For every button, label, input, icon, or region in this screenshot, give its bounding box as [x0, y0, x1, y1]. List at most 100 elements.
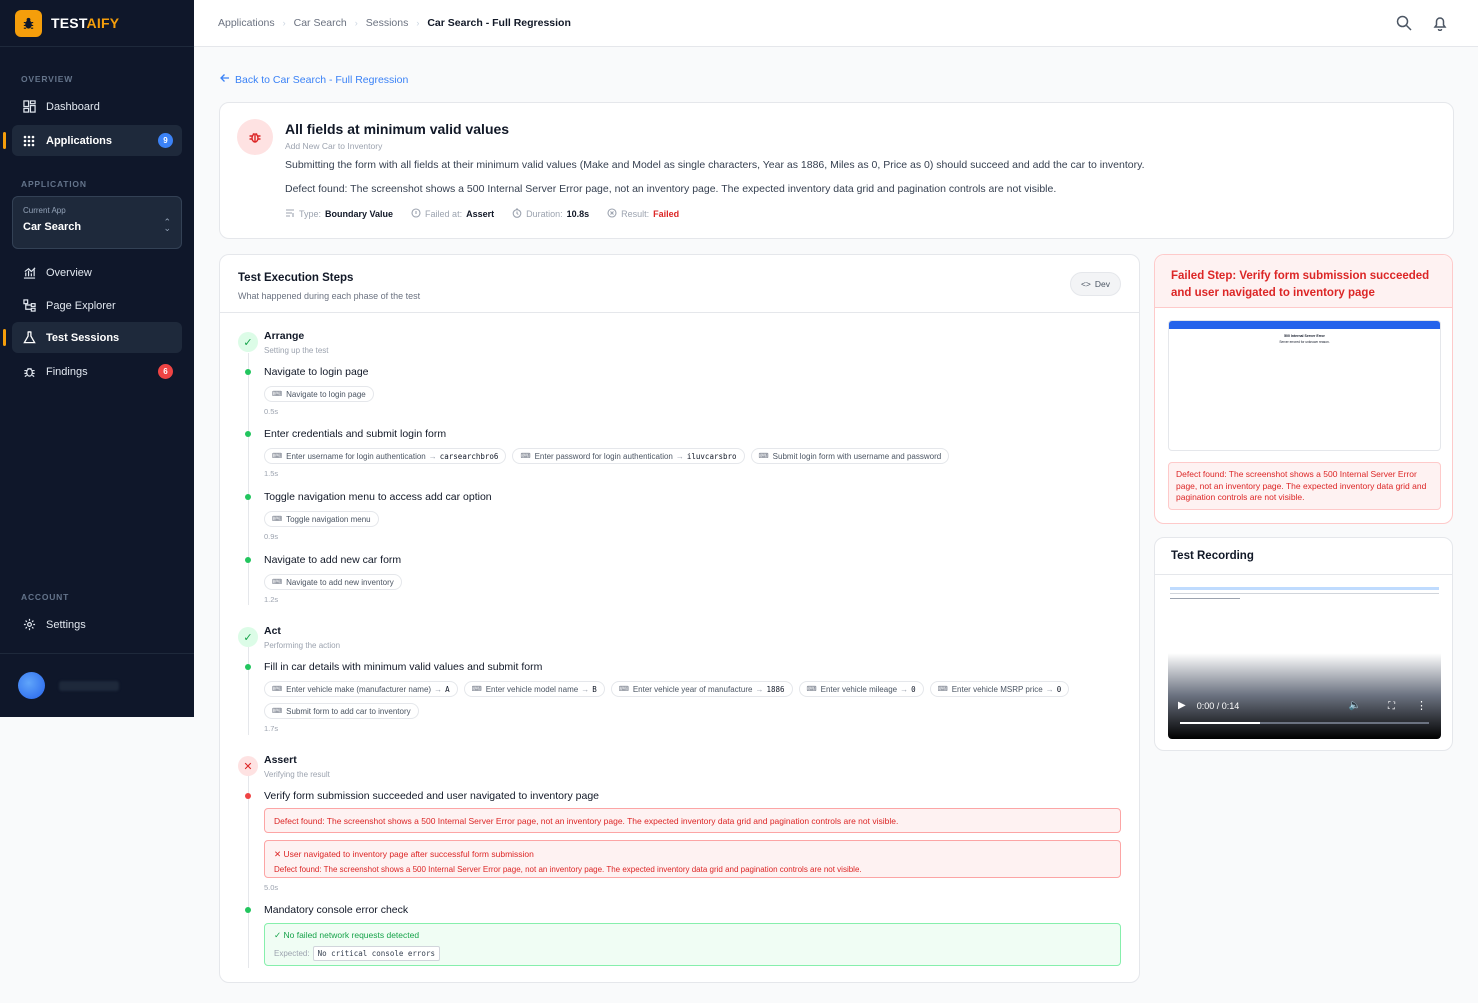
- expected-value: No critical console errors: [312, 946, 440, 961]
- keyboard-icon: ⌨: [618, 686, 629, 693]
- meta-duration-value: 10.8s: [566, 209, 590, 219]
- sidebar: TESTAIFY OVERVIEW Dashboard Applications…: [0, 0, 194, 717]
- video-frame-line: [1170, 598, 1240, 599]
- test-defect: Defect found: The screenshot shows a 500…: [285, 183, 1057, 195]
- action-chip[interactable]: ⌨ Enter password for login authentication…: [512, 448, 745, 464]
- applications-count-badge: 9: [158, 133, 173, 148]
- failed-step-card: Failed Step: Verify form submission succ…: [1154, 254, 1453, 524]
- bell-icon[interactable]: [1432, 15, 1448, 36]
- step-error-message: Defect found: The screenshot shows a 500…: [264, 808, 1121, 833]
- video-progress-bar[interactable]: [1180, 722, 1429, 724]
- top-bar: Applications › Car Search › Sessions › C…: [194, 0, 1478, 47]
- test-title: All fields at minimum valid values: [285, 121, 510, 137]
- user-menu[interactable]: [18, 672, 119, 699]
- sidebar-item-applications[interactable]: Applications 9: [3, 125, 182, 156]
- action-chip[interactable]: ⌨ Enter vehicle MSRP price → 0: [929, 681, 1070, 697]
- step-duration: 1.5s: [264, 469, 279, 478]
- x-icon: ✕: [238, 756, 258, 776]
- step-status-dot: [245, 793, 251, 799]
- sidebar-item-dashboard[interactable]: Dashboard: [12, 91, 182, 122]
- meta-result: Result: Failed: [607, 208, 679, 220]
- keyboard-icon: ⌨: [758, 453, 769, 460]
- video-frame-line: [1170, 593, 1439, 594]
- action-chip[interactable]: ⌨ Submit form to add car to inventory: [264, 703, 419, 719]
- timeline-line: [248, 353, 249, 605]
- step-status-dot: [245, 431, 251, 437]
- step-toggle-nav: Toggle navigation menu to access add car…: [264, 491, 492, 503]
- sidebar-item-label: Overview: [46, 266, 92, 279]
- more-options-icon[interactable]: ⋮: [1416, 699, 1427, 712]
- test-steps-card: Test Execution Steps What happened durin…: [219, 254, 1140, 983]
- test-summary-card: All fields at minimum valid values Add N…: [219, 102, 1454, 239]
- step-duration: 5.0s: [264, 883, 279, 892]
- step-duration: 1.2s: [264, 595, 279, 604]
- action-chip[interactable]: ⌨ Submit login form with username and pas…: [750, 448, 950, 464]
- sidebar-item-overview[interactable]: Overview: [12, 257, 182, 288]
- keyboard-icon: ⌨: [272, 708, 283, 715]
- search-icon[interactable]: [1396, 15, 1412, 36]
- sidebar-item-label: Applications: [46, 134, 113, 147]
- video-frame-bar: [1170, 587, 1439, 590]
- check-icon: ✓: [238, 627, 258, 647]
- section-label-overview: OVERVIEW: [21, 74, 74, 84]
- breadcrumb-applications[interactable]: Applications: [218, 17, 275, 29]
- chevron-up-down-icon: ⌃ ⌄: [163, 217, 171, 233]
- step-status-dot: [245, 664, 251, 670]
- clock-icon: [512, 208, 522, 220]
- chart-icon: [22, 266, 36, 280]
- action-chip[interactable]: ⌨ Navigate to login page: [264, 386, 374, 402]
- failure-screenshot[interactable]: 500 Internal Server Error Server errored…: [1168, 320, 1441, 451]
- assertion-title: ✕ User navigated to inventory page after…: [274, 849, 534, 859]
- divider: [1155, 574, 1452, 575]
- video-controls: ▶ 0:00 / 0:14: [1178, 700, 1239, 711]
- sitemap-icon: [22, 299, 36, 313]
- step-enter-credentials: Enter credentials and submit login form: [264, 428, 447, 440]
- sidebar-item-settings[interactable]: Settings: [12, 609, 182, 640]
- action-chip[interactable]: ⌨ Enter username for login authentication…: [264, 448, 507, 464]
- console-check-result: ✓ No failed network requests detected Ex…: [264, 923, 1121, 966]
- current-app-select[interactable]: Current App Car Search ⌃ ⌄: [12, 196, 182, 249]
- play-icon[interactable]: ▶: [1178, 700, 1186, 711]
- x-circle-icon: [607, 208, 617, 220]
- volume-icon[interactable]: 🔈: [1349, 700, 1361, 711]
- action-chip[interactable]: ⌨ Navigate to add new inventory: [264, 574, 402, 590]
- step-actions: ⌨ Enter username for login authentication…: [264, 448, 950, 464]
- keyboard-icon: ⌨: [272, 453, 283, 460]
- action-chip[interactable]: ⌨ Enter vehicle make (manufacturer name) →…: [264, 681, 458, 697]
- action-chip[interactable]: ⌨ Enter vehicle year of manufacture → 1886: [610, 681, 793, 697]
- recording-title: Test Recording: [1171, 550, 1254, 562]
- check-pass-line: ✓ No failed network requests detected: [274, 930, 420, 940]
- assertion-failure: ✕ User navigated to inventory page after…: [264, 840, 1121, 878]
- keyboard-icon: ⌨: [806, 686, 817, 693]
- test-meta: Type: Boundary Value Failed at: Assert Dur…: [285, 208, 679, 220]
- step-actions: ⌨ Navigate to login page: [264, 386, 374, 402]
- dev-toggle-button[interactable]: <> Dev: [1070, 272, 1121, 296]
- breadcrumb-sessions[interactable]: Sessions: [366, 17, 409, 29]
- bug-icon: [22, 365, 36, 379]
- brand[interactable]: TESTAIFY: [0, 0, 194, 47]
- step-navigate-login: Navigate to login page: [264, 366, 369, 378]
- flask-icon: [22, 331, 36, 345]
- current-app-value: Car Search: [23, 221, 82, 233]
- steps-subtitle: What happened during each phase of the t…: [238, 291, 421, 301]
- fullscreen-icon[interactable]: ⛶: [1388, 701, 1395, 712]
- sidebar-item-test-sessions[interactable]: Test Sessions: [3, 322, 182, 353]
- sidebar-item-findings[interactable]: Findings 6: [12, 356, 182, 387]
- sidebar-item-label: Test Sessions: [46, 331, 120, 344]
- sidebar-item-label: Page Explorer: [46, 299, 116, 312]
- breadcrumb-car-search[interactable]: Car Search: [294, 17, 347, 29]
- keyboard-icon: ⌨: [272, 686, 283, 693]
- action-chip[interactable]: ⌨ Enter vehicle model name → B: [463, 681, 605, 697]
- meta-type: Type: Boundary Value: [285, 208, 393, 220]
- steps-title: Test Execution Steps: [238, 272, 354, 284]
- meta-result-value: Failed: [653, 209, 680, 219]
- info-icon: [411, 208, 421, 220]
- breadcrumb-current: Car Search - Full Regression: [427, 17, 571, 29]
- keyboard-icon: ⌨: [471, 686, 482, 693]
- step-status-dot: [245, 557, 251, 563]
- action-chip[interactable]: ⌨ Toggle navigation menu: [264, 511, 379, 527]
- sidebar-item-page-explorer[interactable]: Page Explorer: [12, 290, 182, 321]
- action-chip[interactable]: ⌨ Enter vehicle mileage → 0: [798, 681, 924, 697]
- video-player[interactable]: ▶ 0:00 / 0:14 🔈 ⛶ ⋮: [1168, 583, 1441, 739]
- back-link[interactable]: Back to Car Search - Full Regression: [220, 73, 408, 86]
